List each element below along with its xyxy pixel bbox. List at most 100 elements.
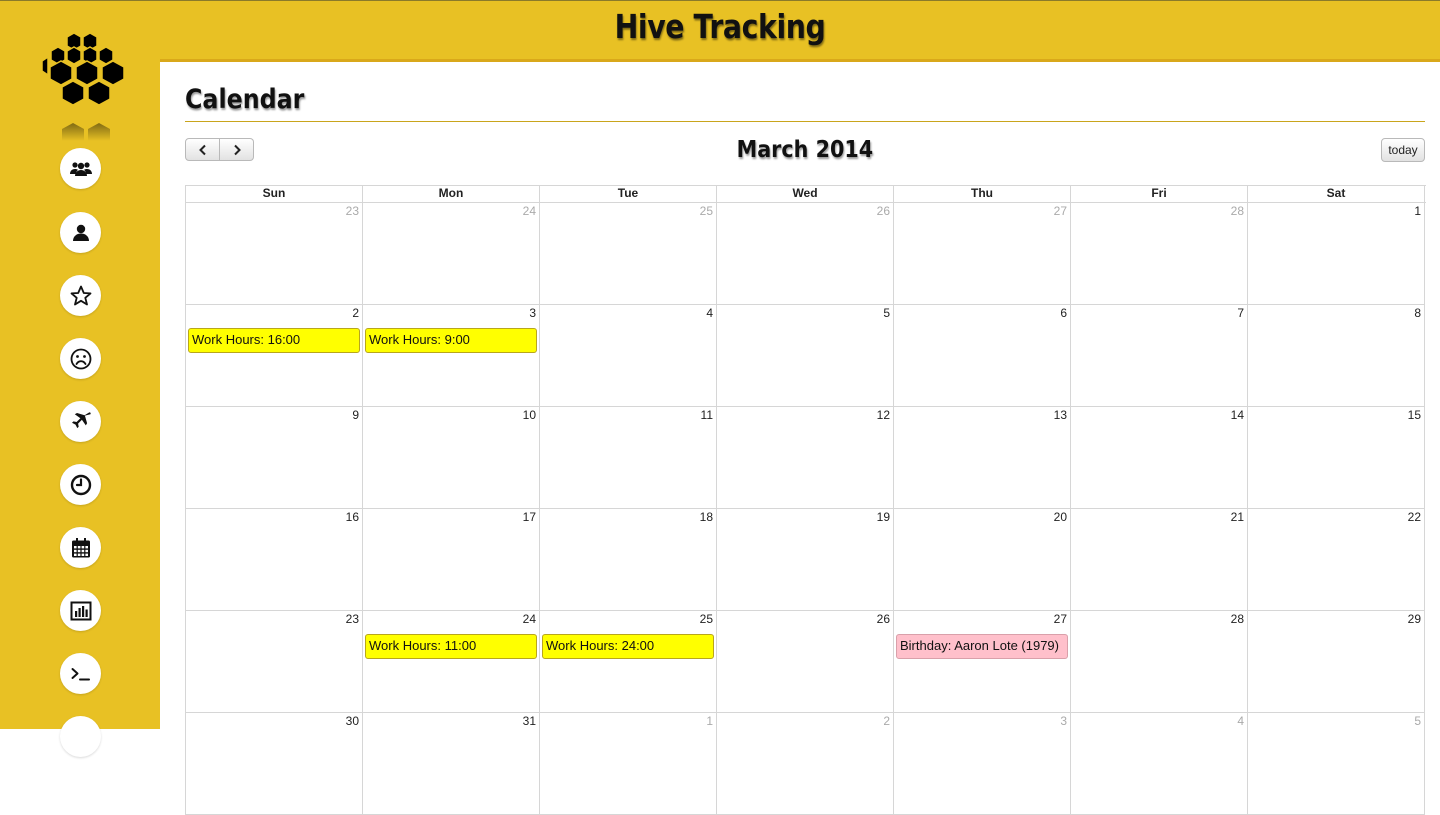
calendar-day-cell[interactable]: 1 xyxy=(540,713,717,815)
top-bar: Hive Tracking xyxy=(0,0,1440,62)
calendar-day-cell[interactable]: 25 xyxy=(540,203,717,305)
calendar-week-row: 16 17 18 19 20 21 22 xyxy=(186,509,1426,611)
calendar-icon xyxy=(71,537,90,557)
nav-profile-button[interactable] xyxy=(60,212,101,253)
work-hours-event[interactable]: Work Hours: 24:00 xyxy=(542,634,714,659)
day-number: 29 xyxy=(1407,612,1421,626)
day-number: 2 xyxy=(883,714,890,728)
star-icon xyxy=(70,285,91,305)
day-number: 1 xyxy=(706,714,713,728)
calendar-day-cell[interactable]: 31 xyxy=(363,713,540,815)
calendar-day-cell[interactable]: 10 xyxy=(363,407,540,509)
calendar-day-cell[interactable]: 24 Work Hours: 11:00 xyxy=(363,611,540,713)
calendar-day-cell[interactable]: 7 xyxy=(1071,305,1248,407)
calendar-day-cell[interactable]: 3 xyxy=(894,713,1071,815)
calendar-day-cell[interactable]: 20 xyxy=(894,509,1071,611)
users-icon xyxy=(69,161,92,176)
day-number: 3 xyxy=(1060,714,1067,728)
day-number: 23 xyxy=(345,204,359,218)
calendar-day-cell[interactable]: 6 xyxy=(894,305,1071,407)
day-number: 2 xyxy=(352,306,359,320)
calendar-day-cell[interactable]: 17 xyxy=(363,509,540,611)
day-number: 12 xyxy=(876,408,890,422)
nav-time-button[interactable] xyxy=(60,464,101,505)
calendar-day-cell[interactable]: 21 xyxy=(1071,509,1248,611)
day-number: 5 xyxy=(1414,714,1421,728)
month-title: March 2014 xyxy=(185,137,1425,163)
work-hours-event[interactable]: Work Hours: 16:00 xyxy=(188,328,360,353)
calendar-grid: Sun Mon Tue Wed Thu Fri Sat 23 24 25 26 27 28 1 2 Work… xyxy=(185,185,1426,815)
nav-team-button[interactable] xyxy=(60,148,101,189)
calendar-day-cell[interactable]: 28 xyxy=(1071,203,1248,305)
today-button[interactable]: today xyxy=(1381,138,1425,162)
calendar-day-cell[interactable]: 5 xyxy=(717,305,894,407)
day-number: 28 xyxy=(1230,612,1244,626)
calendar-day-cell[interactable]: 4 xyxy=(540,305,717,407)
weekday-header: Tue xyxy=(540,186,717,202)
calendar-day-cell[interactable]: 16 xyxy=(186,509,363,611)
nav-favorites-button[interactable] xyxy=(60,275,101,316)
work-hours-event[interactable]: Work Hours: 11:00 xyxy=(365,634,537,659)
day-number: 6 xyxy=(1060,306,1067,320)
month-title-text: March 2014 xyxy=(736,137,874,163)
calendar-day-cell[interactable]: 23 xyxy=(186,611,363,713)
day-number: 17 xyxy=(522,510,536,524)
calendar-day-cell[interactable]: 9 xyxy=(186,407,363,509)
calendar-day-cell[interactable]: 2 Work Hours: 16:00 xyxy=(186,305,363,407)
nav-reports-button[interactable] xyxy=(60,590,101,631)
user-icon xyxy=(72,224,89,241)
day-number: 28 xyxy=(1230,204,1244,218)
calendar-day-cell[interactable]: 25 Work Hours: 24:00 xyxy=(540,611,717,713)
day-number: 11 xyxy=(700,408,713,422)
calendar-day-cell[interactable]: 1 xyxy=(1248,203,1425,305)
day-number: 9 xyxy=(352,408,359,422)
calendar-day-cell[interactable]: 11 xyxy=(540,407,717,509)
calendar-day-cell[interactable]: 22 xyxy=(1248,509,1425,611)
day-number: 31 xyxy=(522,714,536,728)
calendar-day-cell[interactable]: 13 xyxy=(894,407,1071,509)
nav-complaints-button[interactable] xyxy=(60,338,101,379)
calendar-week-row: 23 24 25 26 27 28 1 xyxy=(186,203,1426,305)
calendar-day-cell[interactable]: 19 xyxy=(717,509,894,611)
work-hours-event[interactable]: Work Hours: 9:00 xyxy=(365,328,537,353)
hive-logo[interactable] xyxy=(40,31,124,141)
nav-console-button[interactable] xyxy=(60,653,101,694)
calendar-day-cell[interactable]: 15 xyxy=(1248,407,1425,509)
bar-chart-icon xyxy=(70,601,91,620)
calendar-day-cell[interactable]: 8 xyxy=(1248,305,1425,407)
calendar-day-cell[interactable]: 27 xyxy=(894,203,1071,305)
calendar-day-cell[interactable]: 26 xyxy=(717,611,894,713)
calendar-day-cell[interactable]: 12 xyxy=(717,407,894,509)
weekday-header: Wed xyxy=(717,186,894,202)
day-number: 27 xyxy=(1053,204,1067,218)
calendar-day-cell[interactable]: 23 xyxy=(186,203,363,305)
app-title: Hive Tracking xyxy=(614,7,826,46)
day-number: 1 xyxy=(1414,204,1421,218)
calendar-day-cell[interactable]: 3 Work Hours: 9:00 xyxy=(363,305,540,407)
calendar-day-cell[interactable]: 29 xyxy=(1248,611,1425,713)
weekday-header-row: Sun Mon Tue Wed Thu Fri Sat xyxy=(186,185,1426,203)
calendar-day-cell[interactable]: 24 xyxy=(363,203,540,305)
calendar-day-cell[interactable]: 4 xyxy=(1071,713,1248,815)
calendar-day-cell[interactable]: 28 xyxy=(1071,611,1248,713)
nav-more-button[interactable] xyxy=(60,716,101,757)
sidebar xyxy=(0,0,160,757)
day-number: 26 xyxy=(876,612,890,626)
page-title: Calendar xyxy=(185,84,305,115)
clock-icon xyxy=(70,474,91,495)
day-number: 14 xyxy=(1230,408,1244,422)
nav-calendar-button[interactable] xyxy=(60,527,101,568)
birthday-event[interactable]: Birthday: Aaron Lote (1979) xyxy=(896,634,1068,659)
calendar-day-cell[interactable]: 27 Birthday: Aaron Lote (1979) xyxy=(894,611,1071,713)
day-number: 8 xyxy=(1414,306,1421,320)
calendar-day-cell[interactable]: 2 xyxy=(717,713,894,815)
calendar-day-cell[interactable]: 30 xyxy=(186,713,363,815)
calendar-day-cell[interactable]: 14 xyxy=(1071,407,1248,509)
calendar-day-cell[interactable]: 18 xyxy=(540,509,717,611)
calendar-day-cell[interactable]: 26 xyxy=(717,203,894,305)
day-number: 25 xyxy=(699,612,713,626)
day-number: 25 xyxy=(699,204,713,218)
calendar-day-cell[interactable]: 5 xyxy=(1248,713,1425,815)
day-number: 27 xyxy=(1053,612,1067,626)
nav-travel-button[interactable] xyxy=(60,401,101,442)
